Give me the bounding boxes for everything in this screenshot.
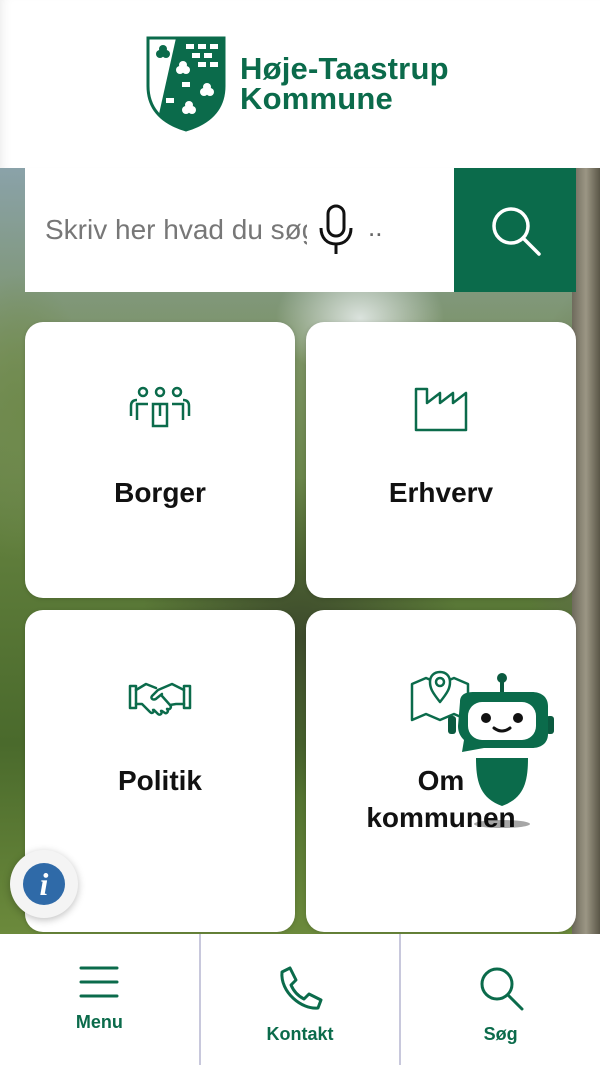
handshake-icon (128, 682, 192, 716)
robot-icon (448, 673, 554, 828)
search-input-wrap: .. (25, 168, 454, 292)
nav-label: Kontakt (266, 1024, 334, 1044)
search-button[interactable] (454, 168, 576, 292)
search-icon (492, 207, 541, 256)
nav-sog[interactable]: Søg (399, 934, 600, 1065)
nav-kontakt[interactable]: Kontakt (198, 934, 400, 1065)
tile-label: Politik (117, 765, 202, 796)
info-icon: i (23, 863, 65, 905)
search-ellipsis: .. (368, 212, 383, 242)
chatbot-button[interactable] (444, 672, 556, 837)
search-icon (480, 967, 524, 1011)
tile-label: Borger (114, 477, 206, 508)
tree-trunk (572, 168, 600, 935)
brand-name: Høje-Taastrup Kommune (240, 51, 449, 116)
search-input[interactable] (43, 213, 309, 247)
search-bar: .. (25, 168, 576, 292)
hamburger-icon (79, 966, 119, 998)
info-button[interactable]: i (10, 850, 78, 918)
nav-label: Søg (483, 1024, 518, 1044)
brand-line-2: Kommune (240, 81, 393, 116)
nav-label: Menu (75, 1012, 123, 1032)
factory-icon (414, 387, 468, 432)
coat-of-arms-icon (146, 36, 226, 132)
logo[interactable]: Høje-Taastrup Kommune (146, 36, 449, 132)
tile-erhverv[interactable]: Erhverv (306, 322, 576, 598)
microphone-icon[interactable] (317, 204, 355, 263)
tile-borger[interactable]: Borger (25, 322, 295, 598)
people-icon (129, 386, 191, 428)
header: Høje-Taastrup Kommune (0, 0, 600, 168)
bottom-navigation: Menu Kontakt Søg (0, 934, 600, 1065)
tile-label: Erhverv (388, 477, 494, 508)
brand-line-1: Høje-Taastrup (240, 51, 449, 86)
nav-menu[interactable]: Menu (0, 934, 199, 1065)
phone-icon (280, 966, 323, 1010)
